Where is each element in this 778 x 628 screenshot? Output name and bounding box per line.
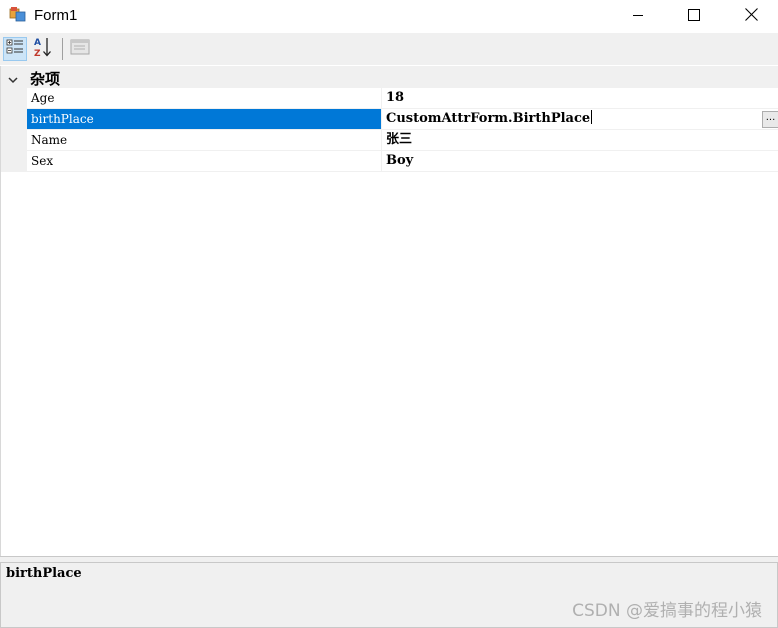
property-name[interactable]: Name [27, 130, 381, 151]
alphabetical-sort-button[interactable]: A Z [31, 37, 55, 61]
property-name[interactable]: Sex [27, 151, 381, 172]
minimize-button[interactable] [609, 0, 667, 31]
title-bar: Form1 [0, 0, 778, 33]
row-gutter [1, 130, 27, 151]
property-grid-toolbar: A Z [0, 33, 778, 65]
minimize-icon [632, 6, 644, 25]
watermark: CSDN @爱搞事的程小猿 [572, 601, 762, 621]
row-gutter [1, 88, 27, 109]
svg-text:Z: Z [34, 49, 41, 58]
property-row-age[interactable]: Age 18 [1, 88, 778, 109]
svg-text:A: A [34, 38, 41, 48]
property-value: CustomAttrForm.BirthPlace [386, 111, 591, 126]
category-label: 杂项 [30, 70, 61, 88]
alphabetical-sort-icon: A Z [32, 36, 54, 62]
help-title: birthPlace [6, 566, 82, 581]
property-value[interactable]: 18 [382, 88, 778, 109]
category-row-misc[interactable]: 杂项 [1, 66, 778, 88]
maximize-button[interactable] [665, 0, 723, 31]
property-row-name[interactable]: Name 张三 [1, 130, 778, 151]
toolbar-separator [62, 38, 63, 60]
property-name[interactable]: birthPlace [27, 109, 381, 130]
property-row-sex[interactable]: Sex Boy [1, 151, 778, 172]
property-grid: 杂项 Age 18 birthPlace CustomAttrForm.Birt… [0, 66, 778, 556]
property-pages-icon [70, 38, 90, 60]
window-title: Form1 [34, 7, 78, 24]
property-value[interactable]: 张三 [382, 130, 778, 151]
property-pages-button[interactable] [68, 37, 92, 61]
property-row-birthplace[interactable]: birthPlace CustomAttrForm.BirthPlace ... [1, 109, 778, 130]
maximize-icon [688, 6, 700, 25]
row-gutter [1, 151, 27, 172]
close-icon [744, 6, 758, 25]
form-app-icon [9, 6, 27, 24]
property-value[interactable]: Boy [382, 151, 778, 172]
property-value-editor[interactable]: CustomAttrForm.BirthPlace [382, 109, 778, 130]
categorized-view-icon [6, 38, 24, 60]
close-button[interactable] [722, 0, 778, 31]
property-name[interactable]: Age [27, 88, 381, 109]
ellipsis-button[interactable]: ... [762, 111, 778, 128]
categorized-view-button[interactable] [3, 37, 27, 61]
row-gutter [1, 109, 27, 130]
text-caret [591, 110, 593, 124]
